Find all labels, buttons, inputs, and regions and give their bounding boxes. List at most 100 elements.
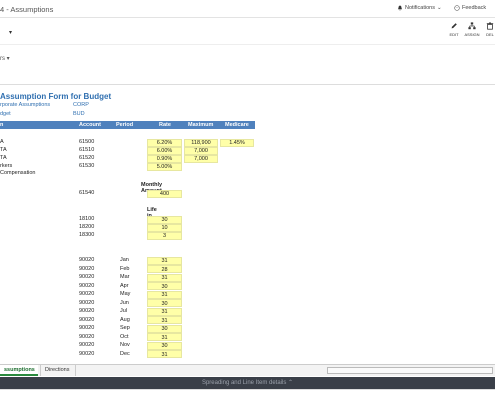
row-account: 18300 — [79, 232, 95, 238]
delete-icon — [486, 22, 494, 30]
header-period: Period — [116, 122, 134, 128]
row-account: 90020 — [79, 274, 95, 280]
maximum-input[interactable]: 118,900 — [184, 138, 218, 147]
life-input[interactable]: 30 — [147, 215, 182, 224]
notifications-button[interactable]: Notifications ⌄ — [397, 5, 442, 11]
row-account: 90020 — [79, 282, 95, 289]
row-account: 90020 — [79, 325, 95, 331]
chevron-up-icon: ⌃ — [288, 380, 294, 386]
tab-directions[interactable]: Directions — [40, 365, 76, 376]
feedback-icon — [454, 5, 460, 11]
row-account: 61500 — [79, 139, 95, 145]
row-account: 61530 — [79, 163, 95, 169]
form-title: Assumption Form for Budget — [0, 92, 112, 101]
days-input[interactable]: 30 — [147, 299, 182, 307]
days-input[interactable]: 31 — [147, 290, 182, 299]
table-header: n Account Period Rate Maximum Medicare — [0, 121, 255, 129]
days-input[interactable]: 31 — [147, 307, 182, 316]
row-period: Dec — [120, 350, 130, 357]
row-name: A — [0, 139, 4, 145]
meta-label: rporate Assumptions — [0, 102, 51, 108]
filter-dropdown[interactable]: rs ▾ — [0, 55, 10, 62]
hierarchy-icon — [468, 22, 476, 30]
maximum-input[interactable]: 7,000 — [184, 146, 218, 155]
row-account: 90020 — [79, 342, 95, 348]
row-period: Apr — [120, 282, 129, 289]
sheet-tab-bar: ssumptions Directions — [0, 364, 495, 376]
row-name: TA — [0, 155, 7, 161]
row-account: 18100 — [79, 216, 95, 222]
header-name: n — [0, 122, 4, 128]
row-account: 90020 — [79, 333, 95, 340]
row-account: 61540 — [79, 190, 95, 196]
monthly-amount-input[interactable]: 400 — [147, 189, 182, 198]
caret-down-icon[interactable]: ▾ — [9, 29, 12, 36]
row-period: Jul — [120, 308, 128, 314]
filter-label: rs — [0, 56, 5, 62]
rate-input[interactable]: 0.90% — [147, 154, 182, 163]
row-period: Feb — [120, 265, 130, 272]
horizontal-scrollbar[interactable] — [327, 367, 493, 374]
days-input[interactable]: 30 — [147, 324, 182, 333]
status-bar — [0, 389, 495, 400]
notifications-label: Notifications — [405, 5, 435, 11]
details-panel-toggle[interactable]: Spreading and Line Item details ⌃ — [0, 377, 495, 389]
bell-icon — [397, 5, 403, 11]
row-account: 90020 — [79, 257, 95, 263]
row-period: May — [120, 291, 131, 297]
row-period: Sep — [120, 325, 130, 331]
life-input[interactable]: 10 — [147, 223, 182, 232]
row-name: rkers Compensation — [0, 163, 36, 176]
days-input[interactable]: 31 — [147, 350, 182, 358]
row-account: 61510 — [79, 147, 95, 153]
row-period: Jun — [120, 299, 129, 306]
life-input[interactable]: 3 — [147, 231, 182, 240]
medicare-input[interactable]: 1.45% — [220, 138, 254, 147]
days-input[interactable]: 28 — [147, 265, 182, 273]
feedback-button[interactable]: Feedback — [454, 5, 486, 11]
row-account: 90020 — [79, 316, 95, 323]
meta-label: dget — [0, 111, 11, 117]
toolbar: ▾ EDIT ASSIGN DEL — [0, 19, 495, 45]
maximum-input[interactable]: 7,000 — [184, 154, 218, 163]
rate-input[interactable]: 6.00% — [147, 146, 182, 155]
rate-input[interactable]: 6.20% — [147, 138, 182, 147]
row-period: Nov — [120, 342, 130, 348]
row-account: 61520 — [79, 155, 95, 161]
top-bar: 4 - Assumptions Notifications ⌄ Feedback — [0, 0, 495, 18]
days-input[interactable]: 31 — [147, 316, 182, 324]
header-account: Account — [79, 122, 101, 128]
pencil-icon — [451, 23, 457, 29]
row-period: Mar — [120, 274, 130, 280]
row-name: TA — [0, 147, 7, 153]
days-input[interactable]: 30 — [147, 341, 182, 350]
row-account: 90020 — [79, 308, 95, 314]
footer-label: Spreading and Line Item details — [201, 380, 287, 386]
header-maximum: Maximum — [188, 122, 214, 128]
header-rate: Rate — [159, 122, 171, 128]
days-input[interactable]: 31 — [147, 333, 182, 341]
days-input[interactable]: 31 — [147, 273, 182, 282]
edit-label: EDIT — [449, 32, 459, 37]
delete-button[interactable]: DEL — [479, 22, 495, 37]
meta-value: BUD — [73, 111, 85, 117]
days-input[interactable]: 31 — [147, 256, 182, 265]
tab-assumptions[interactable]: ssumptions — [0, 365, 38, 376]
row-account: 90020 — [79, 299, 95, 306]
app-title: 4 - Assumptions — [0, 5, 54, 14]
meta-value: CORP — [73, 102, 89, 108]
assign-label: ASSIGN — [464, 32, 480, 37]
chevron-down-icon: ⌄ — [436, 5, 442, 11]
row-period: Jan — [120, 257, 129, 263]
row-account: 18200 — [79, 224, 95, 230]
rate-input[interactable]: 5.00% — [147, 162, 182, 171]
row-account: 90020 — [79, 265, 95, 272]
caret-down-icon: ▾ — [6, 56, 10, 62]
days-input[interactable]: 30 — [147, 282, 182, 290]
row-account: 90020 — [79, 291, 95, 297]
delete-label: DEL — [486, 32, 494, 37]
row-period: Aug — [120, 316, 130, 323]
header-medicare: Medicare — [225, 122, 249, 128]
row-account: 90020 — [79, 350, 95, 357]
feedback-label: Feedback — [462, 5, 487, 11]
